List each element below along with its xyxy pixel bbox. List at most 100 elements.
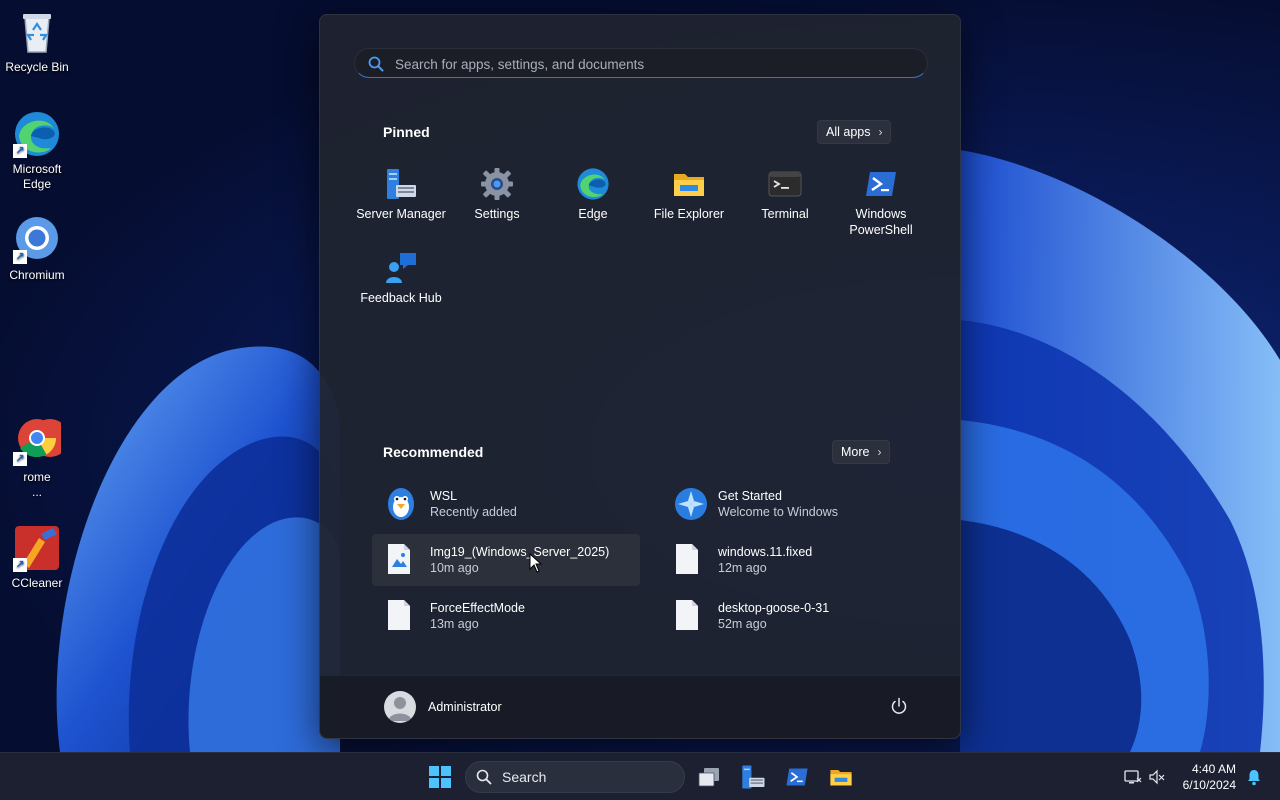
recommended-item-get-started[interactable]: Get Started Welcome to Windows <box>660 478 928 530</box>
recommended-item-forceeffectmode[interactable]: ForceEffectMode 13m ago <box>372 590 640 642</box>
taskbar-search[interactable]: Search <box>465 761 685 793</box>
taskbar-search-label: Search <box>502 769 547 785</box>
pinned-app-edge[interactable]: Edge <box>545 167 641 251</box>
pinned-app-settings[interactable]: Settings <box>449 167 545 251</box>
desktop-icon-label: Microsoft Edge <box>12 162 62 191</box>
pinned-app-label: Windows PowerShell <box>849 207 913 237</box>
terminal-icon <box>768 167 802 201</box>
tray-notifications[interactable] <box>1238 761 1270 793</box>
folder-icon <box>830 769 852 786</box>
tray-time: 4:40 AM <box>1191 762 1236 776</box>
recommended-item-wsl[interactable]: WSL Recently added <box>372 478 640 530</box>
all-apps-label: All apps <box>826 125 871 139</box>
desktop-icon-chromium[interactable]: ↗ Chromium <box>0 216 74 283</box>
recommended-item-name: windows.11.fixed <box>718 545 813 559</box>
server-manager-icon <box>742 765 765 789</box>
desktop-icon-label: Chromium <box>9 268 65 282</box>
start-button[interactable] <box>424 761 456 793</box>
image-file-icon <box>386 543 416 577</box>
tray-clock[interactable]: 4:40 AM 6/10/2024 <box>1183 761 1236 793</box>
taskbar: Search 4:40 AM 6/10/2024 <box>0 752 1280 800</box>
power-button[interactable] <box>890 697 908 720</box>
start-menu-footer: Administrator <box>320 675 960 738</box>
feedback-hub-icon <box>384 251 418 285</box>
mouse-cursor-icon <box>529 552 543 578</box>
pinned-app-label: Terminal <box>761 207 809 221</box>
user-account-button[interactable]: Administrator <box>384 691 502 723</box>
avatar <box>384 691 416 723</box>
recommended-item-sub: 12m ago <box>718 561 767 575</box>
desktop-icon-chrome[interactable]: ↗ rome ... <box>0 418 74 500</box>
recommended-item-sub: Welcome to Windows <box>718 505 838 519</box>
desktop-icon-label: Recycle Bin <box>5 60 69 74</box>
chromium-icon: ↗ <box>13 216 61 264</box>
penguin-icon <box>386 487 416 521</box>
edge-icon: ↗ <box>13 110 61 158</box>
start-menu: Pinned All apps › Server Manager <box>319 14 961 739</box>
taskbar-task-view[interactable] <box>693 761 725 793</box>
chevron-right-icon: › <box>878 125 883 139</box>
more-button[interactable]: More › <box>832 440 891 464</box>
pinned-app-server-manager[interactable]: Server Manager <box>353 167 449 251</box>
pinned-app-file-explorer[interactable]: File Explorer <box>641 167 737 251</box>
server-manager-icon <box>384 167 418 201</box>
shortcut-arrow-icon: ↗ <box>13 452 27 466</box>
windows-logo-icon <box>429 766 451 788</box>
recommended-item-sub: 13m ago <box>430 617 479 631</box>
recommended-item-desktop-goose[interactable]: desktop-goose-0-31 52m ago <box>660 590 928 642</box>
edge-icon <box>576 167 610 201</box>
file-icon <box>674 543 704 577</box>
pinned-app-label: File Explorer <box>653 207 725 221</box>
more-label: More <box>841 445 870 459</box>
shortcut-arrow-icon: ↗ <box>13 144 27 158</box>
tray-date: 6/10/2024 <box>1182 778 1236 792</box>
pinned-app-label: Server Manager <box>356 207 446 221</box>
ccleaner-icon: ↗ <box>13 524 61 572</box>
file-icon <box>386 599 416 633</box>
power-icon <box>891 697 907 714</box>
get-started-icon <box>674 487 707 521</box>
recommended-item-sub: 10m ago <box>430 561 479 575</box>
network-icon <box>1124 770 1142 784</box>
taskbar-powershell[interactable] <box>781 761 813 793</box>
pinned-app-label: Feedback Hub <box>360 291 442 305</box>
start-search-box[interactable] <box>354 48 928 78</box>
recommended-title: Recommended <box>383 444 484 460</box>
recommended-item-img19[interactable]: Img19_(Windows_Server_2025) 10m ago <box>372 534 640 586</box>
pinned-app-terminal[interactable]: Terminal <box>737 167 833 251</box>
powershell-icon <box>786 768 808 786</box>
start-search-input[interactable] <box>395 54 915 74</box>
recommended-item-name: ForceEffectMode <box>430 601 525 615</box>
taskbar-file-explorer[interactable] <box>825 761 857 793</box>
recommended-item-sub: 52m ago <box>718 617 767 631</box>
bell-icon <box>1248 770 1260 786</box>
file-icon <box>674 599 704 633</box>
pinned-app-feedback-hub[interactable]: Feedback Hub <box>353 251 449 335</box>
recommended-item-name: Get Started <box>718 489 782 503</box>
all-apps-button[interactable]: All apps › <box>817 120 892 144</box>
recommended-item-name: WSL <box>430 489 458 503</box>
powershell-icon <box>864 167 898 201</box>
search-icon <box>476 769 492 785</box>
desktop-icon-recycle-bin[interactable]: Recycle Bin <box>0 8 74 75</box>
recommended-item-name: desktop-goose-0-31 <box>718 601 830 615</box>
chrome-icon: ↗ <box>13 418 69 466</box>
chevron-right-icon: › <box>877 445 882 459</box>
volume-muted-icon <box>1149 769 1165 785</box>
shortcut-arrow-icon: ↗ <box>13 558 27 572</box>
desktop-icon-ccleaner[interactable]: ↗ CCleaner <box>0 524 74 591</box>
taskbar-server-manager[interactable] <box>737 761 769 793</box>
desktop-icon-label: rome ... <box>23 470 51 499</box>
pinned-app-windows-powershell[interactable]: Windows PowerShell <box>833 167 929 251</box>
folder-icon <box>672 167 706 201</box>
recommended-item-windows-11-fixed[interactable]: windows.11.fixed 12m ago <box>660 534 928 586</box>
desktop-icon-label: CCleaner <box>11 576 63 590</box>
tray-volume[interactable] <box>1141 761 1173 793</box>
recommended-item-name: Img19_(Windows_Server_2025) <box>430 545 610 559</box>
desktop-icon-microsoft-edge[interactable]: ↗ Microsoft Edge <box>0 110 74 192</box>
pinned-app-label: Settings <box>474 207 520 221</box>
recycle-bin-icon <box>13 8 61 56</box>
gear-icon <box>480 167 514 201</box>
pinned-title: Pinned <box>383 124 430 140</box>
recommended-item-sub: Recently added <box>430 505 517 519</box>
